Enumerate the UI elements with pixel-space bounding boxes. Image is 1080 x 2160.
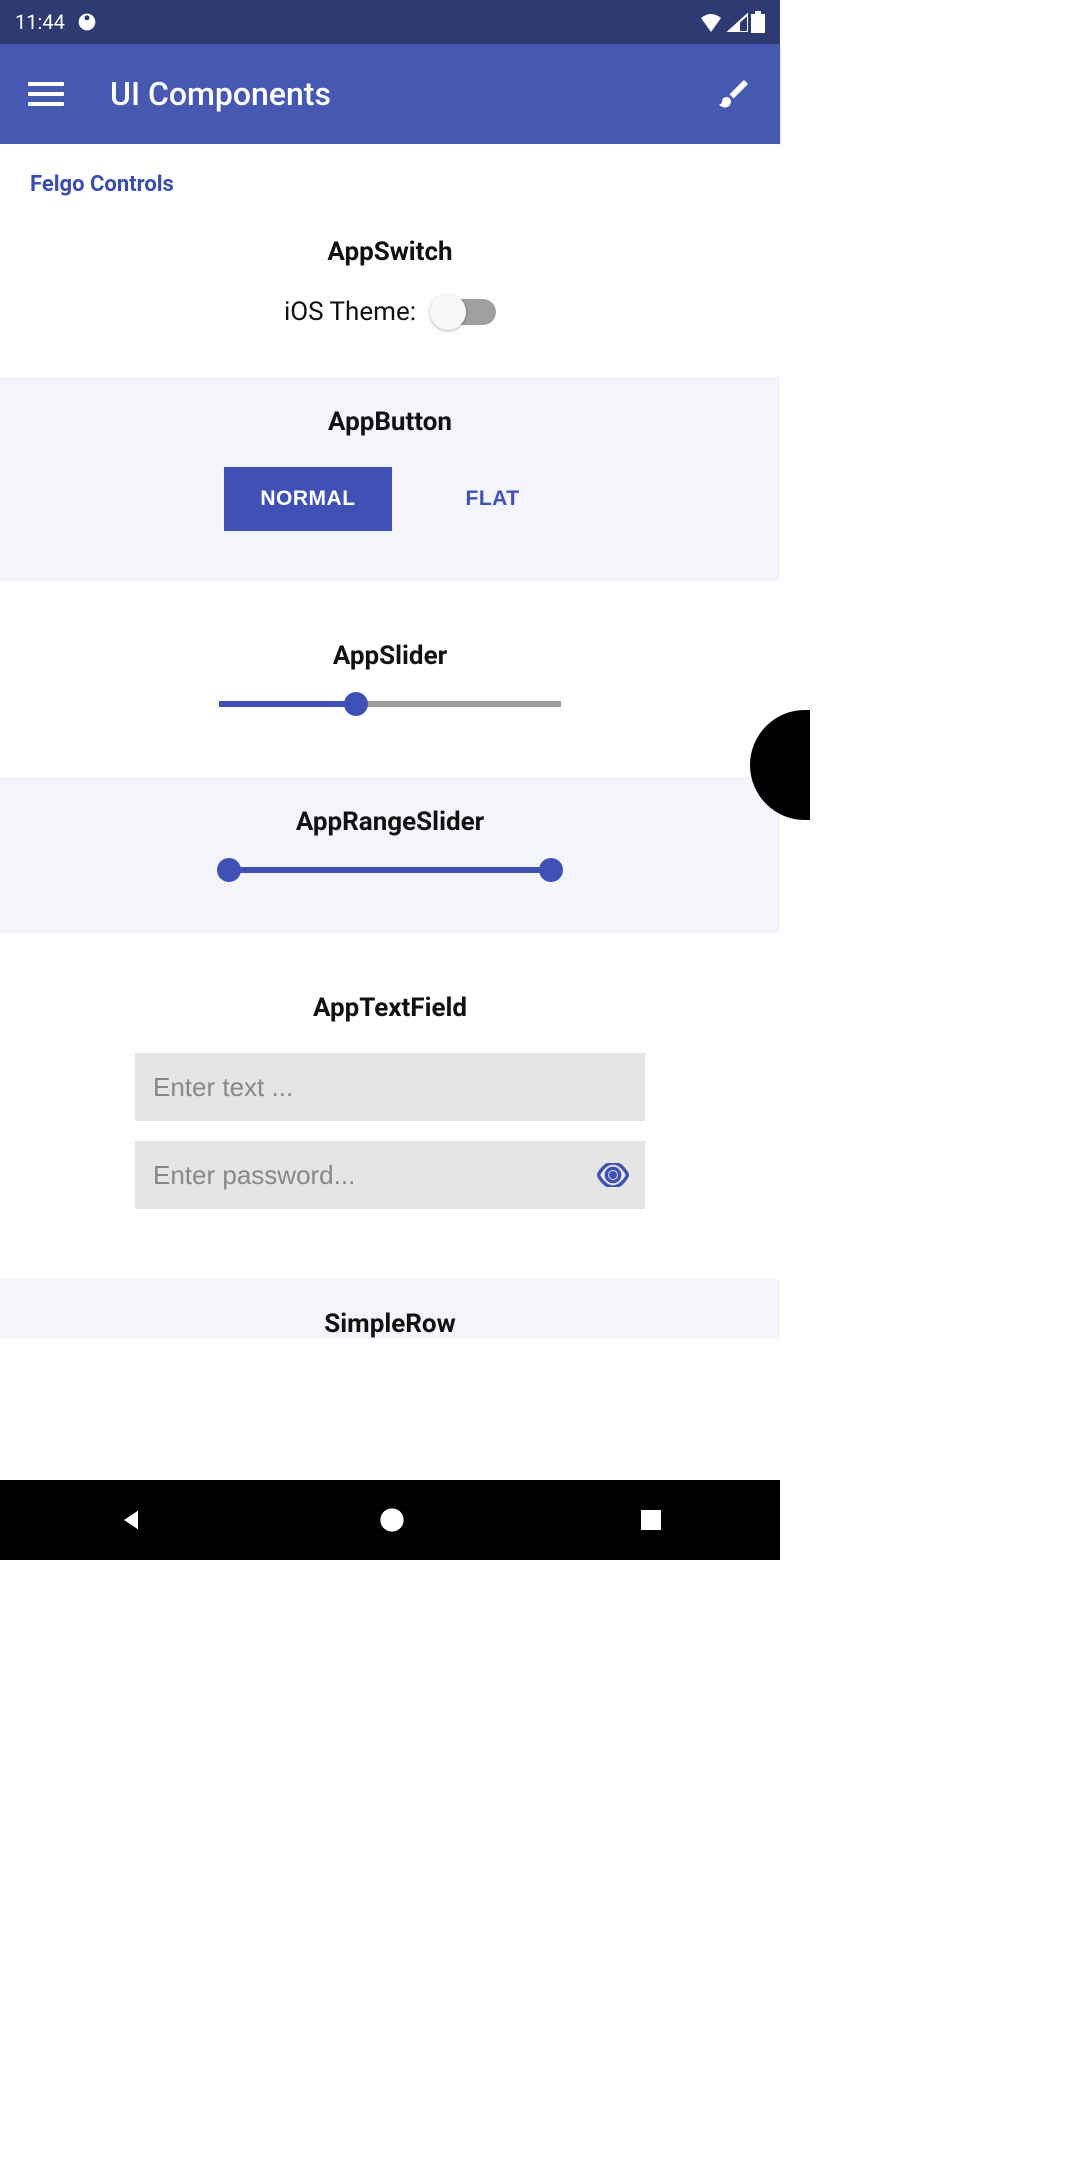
appslider-card: AppSlider [0, 581, 780, 777]
switch-label: iOS Theme: [284, 297, 416, 327]
notification-icon [77, 12, 97, 32]
signal-icon [726, 12, 748, 32]
status-bar: 11:44 [0, 0, 780, 44]
flat-button[interactable]: FLAT [430, 467, 556, 531]
range-thumb-left[interactable] [217, 858, 241, 882]
apprangeslider-card: AppRangeSlider [0, 777, 780, 933]
range-slider[interactable] [219, 867, 561, 873]
home-icon[interactable] [378, 1506, 406, 1534]
range-thumb-right[interactable] [539, 858, 563, 882]
brush-icon[interactable] [716, 76, 752, 112]
slider-thumb[interactable] [344, 692, 368, 716]
nav-bar [0, 1480, 780, 1560]
appslider-title: AppSlider [0, 641, 780, 671]
normal-button[interactable]: NORMAL [224, 467, 391, 531]
status-left: 11:44 [15, 10, 97, 34]
apptextfield-title: AppTextField [0, 993, 780, 1023]
back-icon[interactable] [117, 1506, 145, 1534]
apprangeslider-title: AppRangeSlider [0, 807, 780, 837]
recent-icon[interactable] [639, 1508, 663, 1532]
status-time: 11:44 [15, 10, 65, 34]
password-input[interactable] [153, 1160, 627, 1191]
app-bar: UI Components [0, 44, 780, 144]
appswitch-title: AppSwitch [0, 237, 780, 267]
simplerow-card: SimpleRow [0, 1279, 780, 1339]
app-title: UI Components [110, 75, 331, 113]
slider[interactable] [219, 701, 561, 707]
status-right [699, 11, 765, 33]
wifi-icon [699, 12, 723, 32]
simplerow-title: SimpleRow [0, 1309, 780, 1339]
appbutton-title: AppButton [0, 407, 780, 437]
apptextfield-card: AppTextField [0, 933, 780, 1279]
appswitch-card: AppSwitch iOS Theme: [0, 207, 780, 377]
section-label: Felgo Controls [0, 144, 780, 207]
text-input-field[interactable] [135, 1053, 645, 1121]
password-input-field[interactable] [135, 1141, 645, 1209]
battery-icon [751, 11, 765, 33]
menu-icon[interactable] [28, 82, 64, 106]
eye-icon[interactable] [597, 1163, 629, 1187]
text-input[interactable] [153, 1072, 627, 1103]
appbutton-card: AppButton NORMAL FLAT [0, 377, 780, 581]
theme-switch[interactable] [434, 299, 496, 325]
content: Felgo Controls AppSwitch iOS Theme: AppB… [0, 144, 780, 1339]
